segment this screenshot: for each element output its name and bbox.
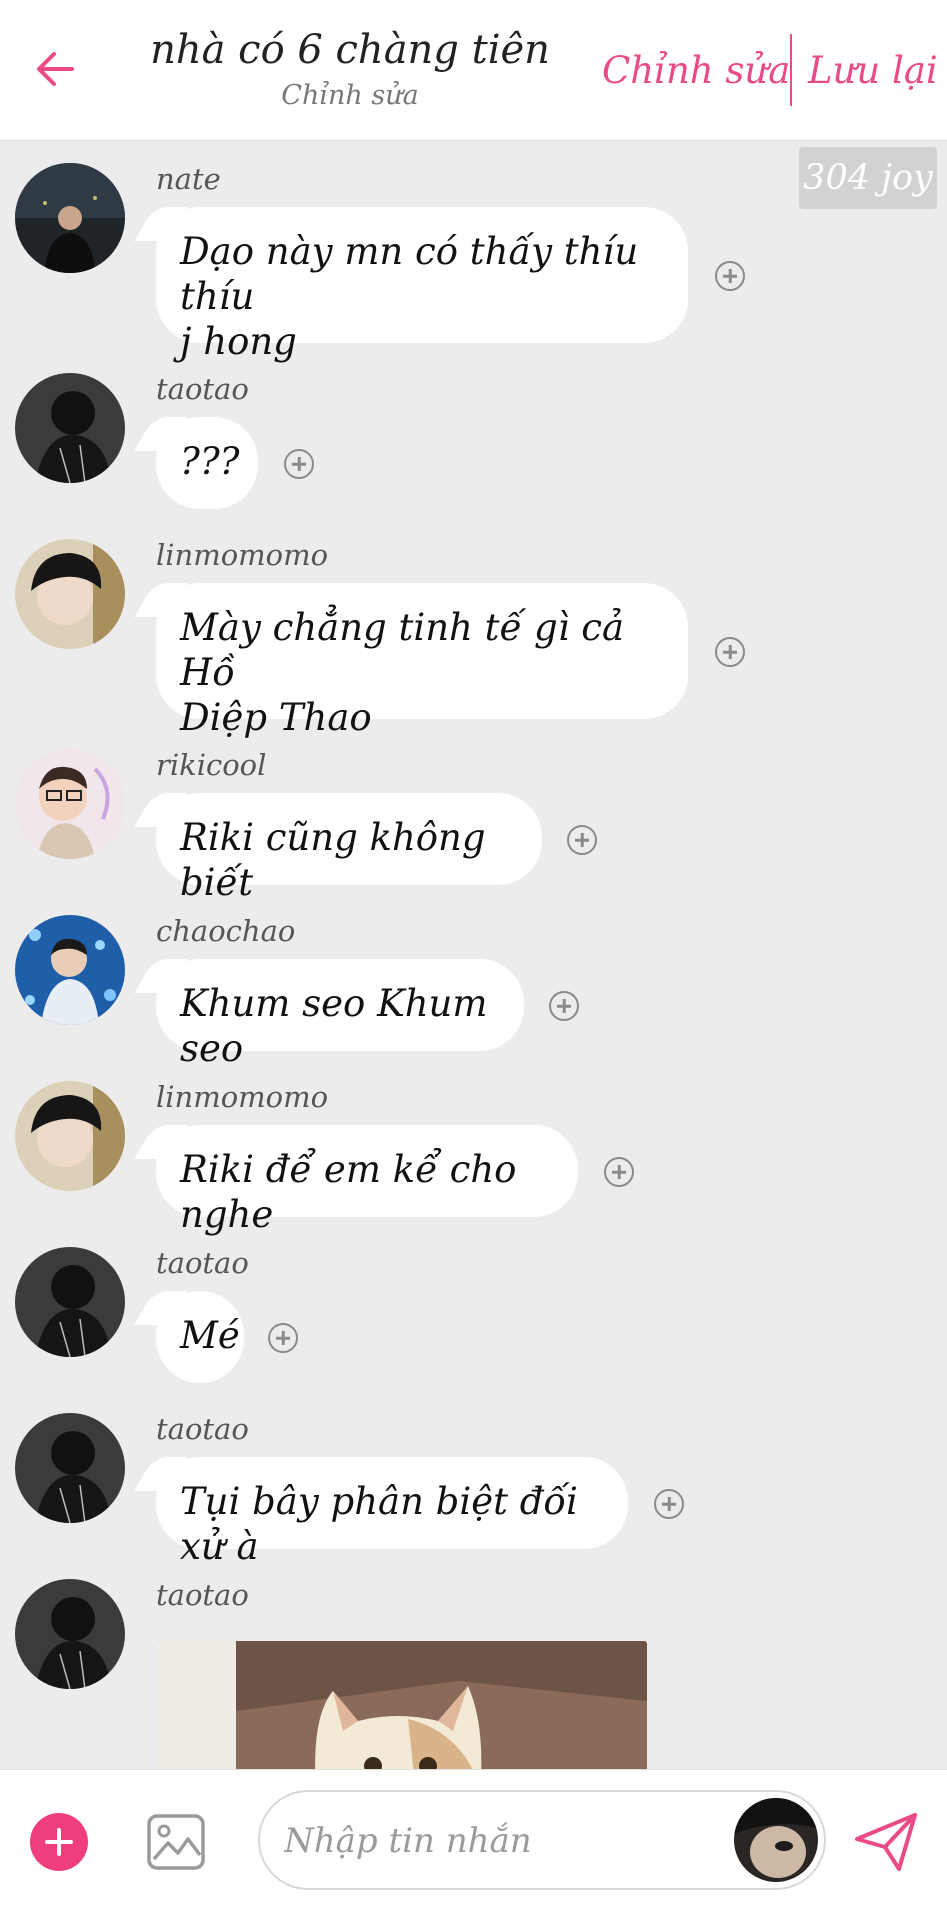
add-reaction-icon[interactable] xyxy=(604,1157,634,1187)
title-block[interactable]: nhà có 6 chàng tiên Chỉnh sửa xyxy=(120,22,580,114)
avatar[interactable] xyxy=(15,1413,125,1523)
message-bubble[interactable]: Khum seo Khum seo xyxy=(156,959,524,1070)
sender-name: taotao xyxy=(156,372,249,406)
avatar[interactable] xyxy=(734,1798,818,1882)
plus-icon xyxy=(45,1828,73,1856)
avatar[interactable] xyxy=(15,915,125,1025)
send-icon xyxy=(855,1813,917,1871)
message-list[interactable]: 304 joy nate Dạo này mn có thấy thíu thí… xyxy=(0,141,947,1769)
avatar[interactable] xyxy=(15,1247,125,1357)
add-reaction-icon[interactable] xyxy=(654,1489,684,1519)
cat-photo[interactable] xyxy=(158,1641,647,1769)
image-icon xyxy=(147,1814,205,1870)
sender-name: linmomomo xyxy=(156,1080,329,1114)
save-button[interactable]: Lưu lại xyxy=(808,46,938,96)
sender-name: linmomomo xyxy=(156,538,329,572)
gallery-button[interactable] xyxy=(146,1813,206,1871)
message-bubble[interactable]: Mày chẳng tinh tế gì cả Hồ Diệp Thao xyxy=(156,583,688,739)
sender-name: taotao xyxy=(156,1412,249,1446)
sender-name: nate xyxy=(156,162,221,196)
message-bubble[interactable]: Riki để em kể cho nghe xyxy=(156,1125,578,1236)
add-reaction-icon[interactable] xyxy=(715,261,745,291)
avatar[interactable] xyxy=(15,749,125,859)
add-reaction-icon[interactable] xyxy=(268,1323,298,1353)
message-bubble[interactable]: Mé xyxy=(156,1291,244,1383)
header-divider xyxy=(790,34,792,106)
add-reaction-icon[interactable] xyxy=(715,637,745,667)
message-input[interactable] xyxy=(282,1812,706,1870)
sender-name: rikicool xyxy=(156,748,267,782)
avatar[interactable] xyxy=(15,163,125,273)
add-reaction-icon[interactable] xyxy=(284,449,314,479)
avatar[interactable] xyxy=(15,539,125,649)
chat-header: nhà có 6 chàng tiên Chỉnh sửa Chỉnh sửa … xyxy=(0,0,947,141)
sender-name: taotao xyxy=(156,1578,249,1612)
sender-name: chaochao xyxy=(156,914,296,948)
group-title: nhà có 6 chàng tiên xyxy=(150,27,550,73)
avatar[interactable] xyxy=(15,1081,125,1191)
back-button[interactable] xyxy=(30,44,80,94)
avatar[interactable] xyxy=(15,373,125,483)
sender-name: taotao xyxy=(156,1246,249,1280)
message-bubble[interactable]: Dạo này mn có thấy thíu thíu j hong xyxy=(156,207,688,363)
joy-count-badge: 304 joy xyxy=(799,147,937,209)
avatar[interactable] xyxy=(15,1579,125,1689)
add-button[interactable] xyxy=(30,1813,88,1871)
add-reaction-icon[interactable] xyxy=(549,991,579,1021)
edit-button[interactable]: Chỉnh sửa xyxy=(602,46,790,96)
send-button[interactable] xyxy=(853,1811,919,1873)
arrow-left-icon xyxy=(37,52,74,86)
message-bubble[interactable]: Riki cũng không biết xyxy=(156,793,542,904)
add-reaction-icon[interactable] xyxy=(567,825,597,855)
group-subtitle: Chỉnh sửa xyxy=(281,80,419,111)
message-bubble[interactable]: Tụi bây phân biệt đối xử à xyxy=(156,1457,628,1568)
message-bubble[interactable]: ??? xyxy=(156,417,258,509)
message-input-box[interactable] xyxy=(258,1790,826,1890)
